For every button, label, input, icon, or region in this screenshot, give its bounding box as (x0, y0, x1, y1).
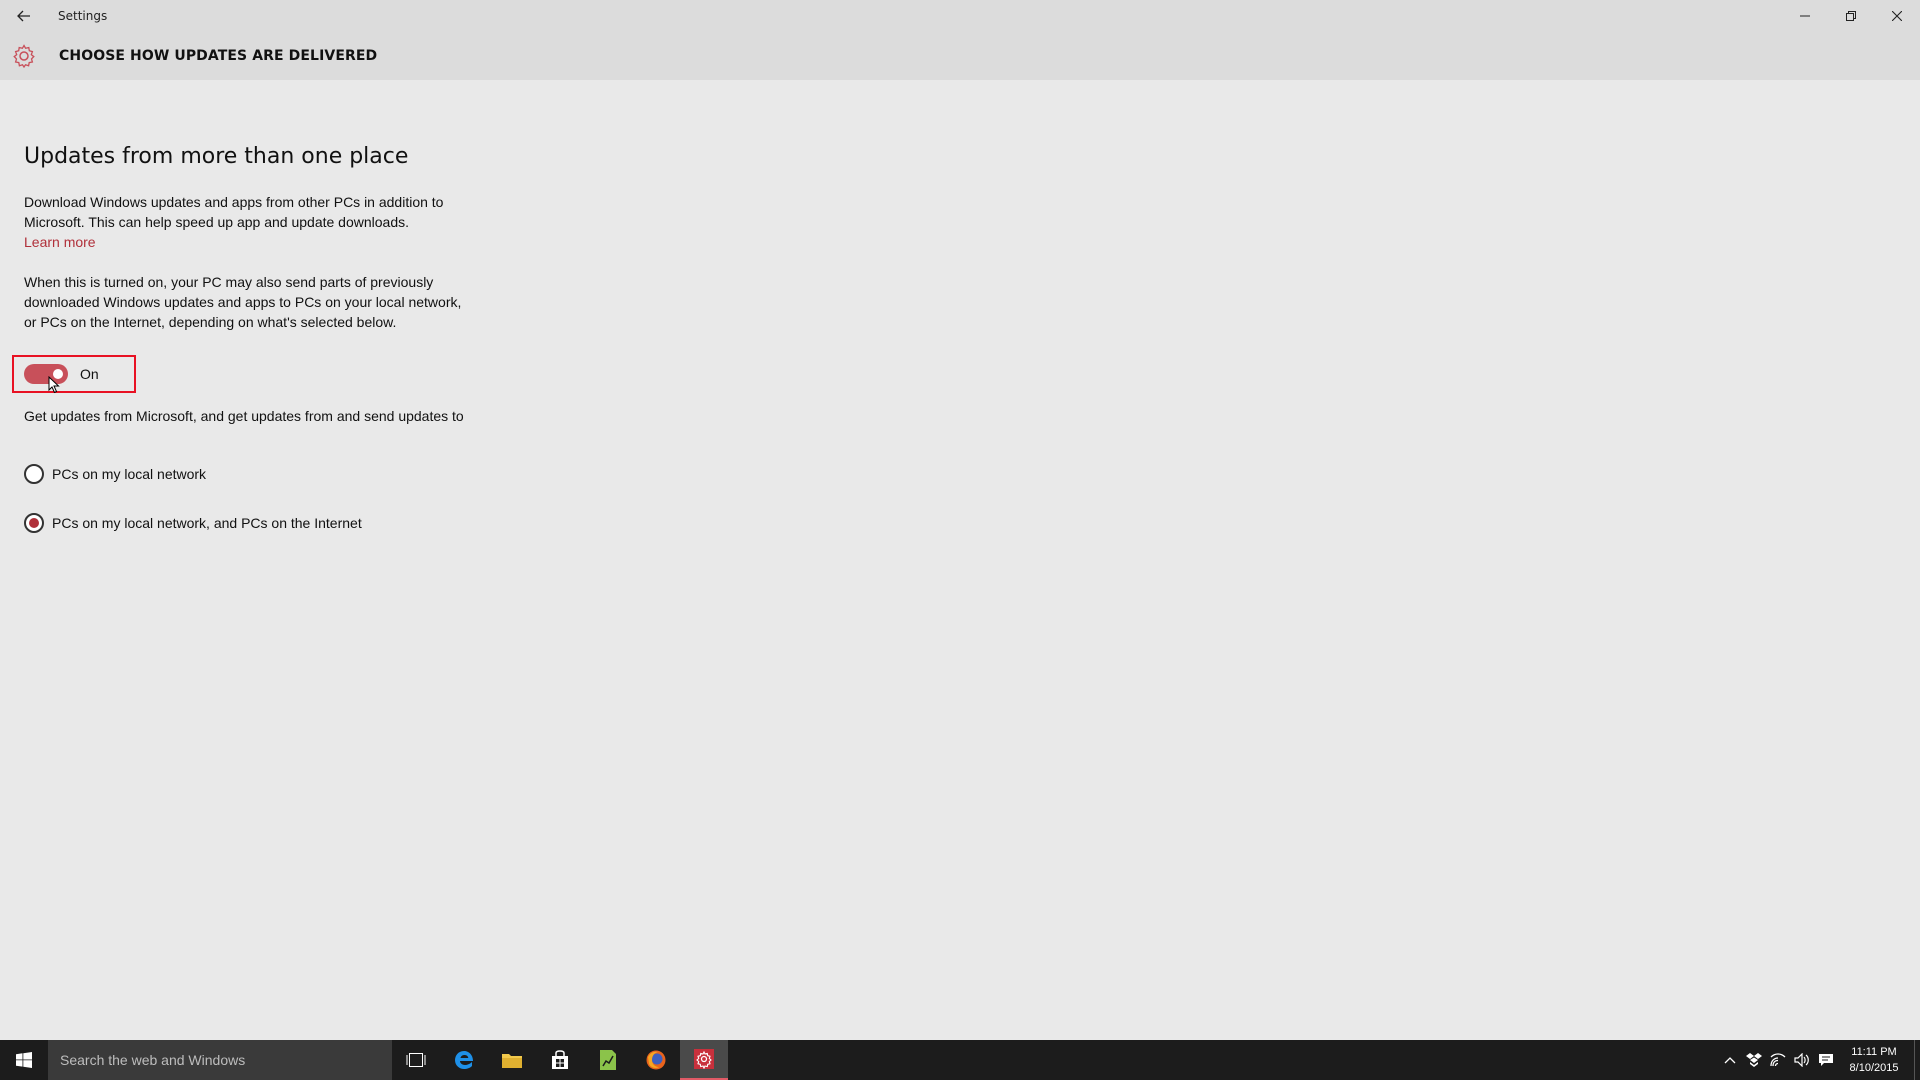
file-explorer-button[interactable] (488, 1040, 536, 1080)
restore-button[interactable] (1828, 0, 1874, 32)
action-center-button[interactable] (1814, 1040, 1838, 1080)
description-text: Download Windows updates and apps from o… (24, 194, 444, 230)
edge-button[interactable] (440, 1040, 488, 1080)
network-tray-button[interactable] (1766, 1040, 1790, 1080)
taskbar: Search the web and Windows 11:11 PM 8/10… (0, 1040, 1920, 1080)
show-desktop-button[interactable] (1914, 1040, 1920, 1080)
radio-dot (29, 518, 39, 528)
minimize-icon (1800, 15, 1810, 17)
dropbox-tray-button[interactable] (1742, 1040, 1766, 1080)
updates-sharing-toggle[interactable] (24, 364, 68, 384)
file-explorer-icon (502, 1054, 522, 1068)
clock-date: 8/10/2015 (1849, 1062, 1899, 1074)
chevron-up-icon (1724, 1057, 1736, 1064)
taskbar-clock[interactable]: 11:11 PM 8/10/2015 (1838, 1044, 1910, 1076)
delivery-option-prompt: Get updates from Microsoft, and get upda… (24, 408, 464, 424)
toggle-highlight-box: On (12, 355, 136, 393)
window-title: Settings (58, 9, 108, 23)
close-button[interactable] (1874, 0, 1920, 32)
radio-local-network[interactable]: PCs on my local network (24, 464, 206, 484)
radio-button-unchecked[interactable] (24, 464, 44, 484)
settings-icon (694, 1049, 714, 1069)
system-tray: 11:11 PM 8/10/2015 (1718, 1040, 1920, 1080)
taskbar-search-box[interactable]: Search the web and Windows (48, 1040, 392, 1080)
radio-label: PCs on my local network, and PCs on the … (52, 515, 362, 531)
radio-label: PCs on my local network (52, 466, 207, 482)
clock-time: 11:11 PM (1851, 1046, 1897, 1058)
store-icon (552, 1050, 568, 1069)
back-arrow-icon (17, 10, 30, 22)
section-title: Updates from more than one place (24, 144, 409, 169)
spreadsheet-button[interactable] (584, 1040, 632, 1080)
page-header: CHOOSE HOW UPDATES ARE DELIVERED (0, 32, 1920, 80)
task-view-button[interactable] (392, 1040, 440, 1080)
firefox-button[interactable] (632, 1040, 680, 1080)
speaker-icon (1794, 1053, 1809, 1067)
wifi-icon (1770, 1053, 1786, 1067)
search-placeholder: Search the web and Windows (60, 1052, 246, 1068)
window-controls (1782, 0, 1920, 32)
learn-more-link[interactable]: Learn more (24, 232, 96, 252)
gear-icon (12, 44, 36, 68)
spreadsheet-icon (600, 1050, 616, 1070)
mouse-cursor-icon (48, 376, 60, 394)
radio-local-and-internet[interactable]: PCs on my local network, and PCs on the … (24, 513, 362, 533)
radio-button-checked[interactable] (24, 513, 44, 533)
store-button[interactable] (536, 1040, 584, 1080)
sharing-explanation-text: When this is turned on, your PC may also… (24, 274, 462, 330)
minimize-button[interactable] (1782, 0, 1828, 32)
close-icon (1892, 11, 1902, 21)
restore-icon (1846, 11, 1856, 21)
back-button[interactable] (0, 0, 48, 32)
show-hidden-icons-button[interactable] (1718, 1040, 1742, 1080)
title-bar: Settings (0, 0, 1920, 32)
toggle-state-label: On (80, 366, 99, 382)
task-view-icon (406, 1053, 426, 1067)
settings-taskbar-button[interactable] (680, 1040, 728, 1080)
windows-logo-icon (16, 1052, 32, 1068)
start-button[interactable] (0, 1040, 48, 1080)
firefox-icon (646, 1050, 666, 1070)
page-title: CHOOSE HOW UPDATES ARE DELIVERED (59, 48, 378, 64)
edge-icon (455, 1051, 473, 1069)
notification-icon (1819, 1054, 1833, 1066)
dropbox-icon (1746, 1053, 1762, 1067)
volume-tray-button[interactable] (1790, 1040, 1814, 1080)
